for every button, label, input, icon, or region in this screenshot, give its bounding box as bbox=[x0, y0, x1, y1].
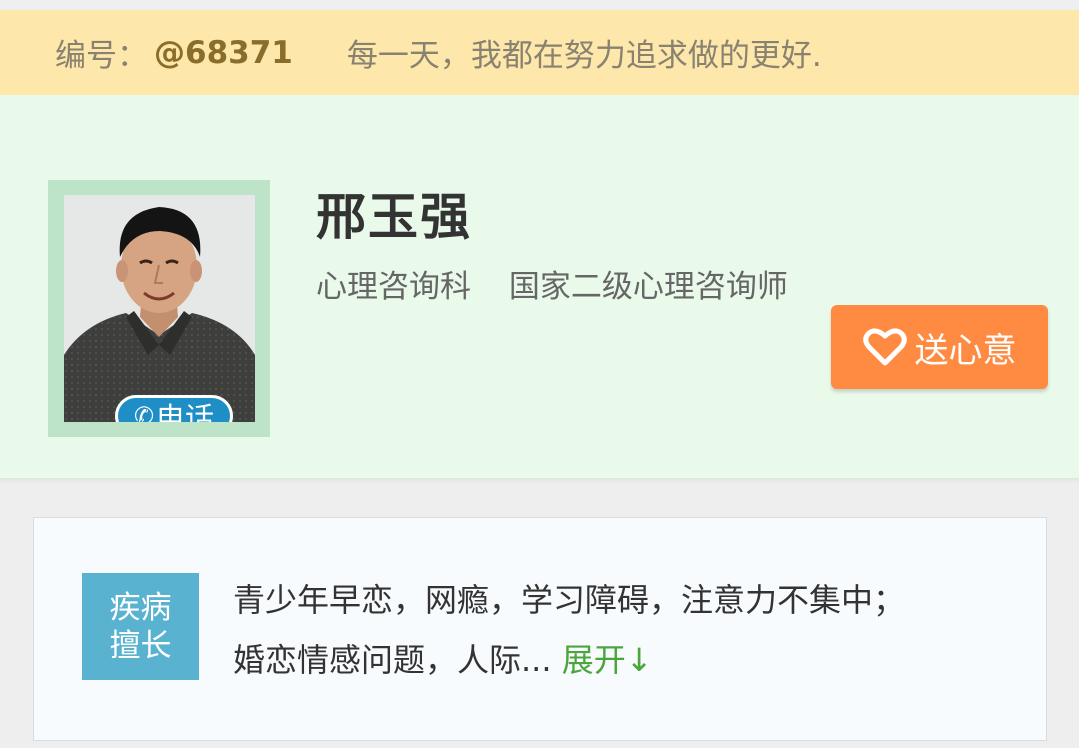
specialty-line2-text: 婚恋情感问题，人际... bbox=[233, 641, 552, 679]
professional-title: 国家二级心理咨询师 bbox=[508, 269, 788, 305]
department: 心理咨询科 bbox=[316, 269, 471, 305]
id-label: 编号： bbox=[55, 38, 148, 74]
avatar-portrait bbox=[64, 195, 255, 422]
send-gift-button[interactable]: 送心意 bbox=[831, 305, 1048, 389]
specialty-line1: 青少年早恋，网瘾，学习障碍，注意力不集中； bbox=[233, 581, 906, 619]
phone-icon: ✆ bbox=[133, 402, 155, 422]
id-banner: 编号： @68371 每一天，我都在努力追求做的更好. bbox=[0, 10, 1079, 95]
avatar-frame: ✆ 电话 bbox=[48, 180, 270, 437]
top-strip bbox=[0, 0, 1079, 10]
specialty-card: 疾病 擅长 青少年早恋，网瘾，学习障碍，注意力不集中； 婚恋情感问题，人际...… bbox=[33, 517, 1047, 741]
id-value: @68371 bbox=[154, 34, 293, 71]
avatar: ✆ 电话 bbox=[64, 195, 255, 422]
section-divider bbox=[0, 478, 1079, 484]
specialty-tag: 疾病 擅长 bbox=[82, 573, 199, 680]
send-gift-label: 送心意 bbox=[914, 330, 1017, 371]
specialty-line2: 婚恋情感问题，人际... 展开↓ bbox=[233, 630, 1013, 690]
doctor-name: 邢玉强 bbox=[316, 188, 472, 246]
phone-button[interactable]: ✆ 电话 bbox=[115, 395, 233, 422]
motto-text: 每一天，我都在努力追求做的更好. bbox=[346, 38, 822, 74]
specialty-description: 青少年早恋，网瘾，学习障碍，注意力不集中； 婚恋情感问题，人际... 展开↓ bbox=[233, 570, 1013, 690]
heart-icon bbox=[862, 328, 907, 366]
specialty-tag-line1: 疾病 bbox=[109, 589, 172, 626]
doctor-profile: ✆ 电话 邢玉强 心理咨询科 国家二级心理咨询师 送心意 bbox=[0, 95, 1079, 478]
doctor-title-line: 心理咨询科 国家二级心理咨询师 bbox=[316, 261, 788, 306]
expand-link[interactable]: 展开↓ bbox=[562, 641, 653, 679]
phone-label: 电话 bbox=[156, 401, 215, 422]
specialty-tag-line2: 擅长 bbox=[109, 627, 172, 664]
